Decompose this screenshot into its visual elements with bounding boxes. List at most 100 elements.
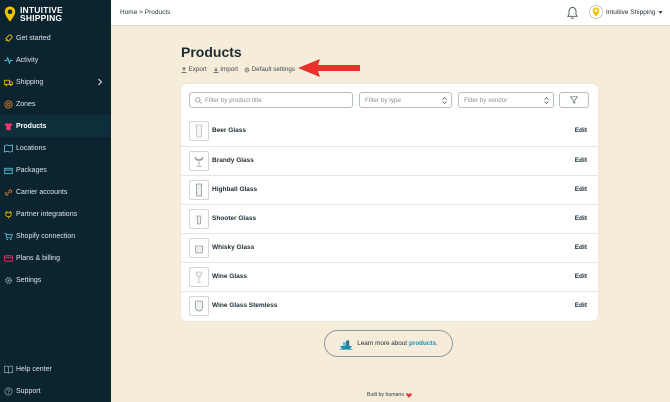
brand-line-2: SHIPPING [20, 13, 63, 23]
sidebar-item-label: Help center [16, 365, 52, 373]
table-row[interactable]: Highball Glass Edit [181, 175, 598, 204]
page-title: Products [181, 44, 242, 60]
gear-icon [4, 276, 13, 285]
activity-icon [4, 55, 13, 65]
sidebar-item-label: Plans & billing [16, 254, 60, 262]
breadcrumb[interactable]: Home > Products [120, 9, 170, 16]
sidebar-item-zones[interactable]: Zones [0, 93, 111, 115]
funnel-icon [570, 96, 578, 104]
product-thumbnail [189, 296, 209, 316]
import-label: Import [220, 66, 239, 73]
product-thumbnail [189, 267, 209, 287]
table-row[interactable]: Wine Glass Stemless Edit [181, 291, 598, 320]
sidebar-item-packages[interactable]: Packages [0, 159, 111, 181]
beer-glass-icon [195, 124, 203, 138]
user-menu[interactable]: Intuitive Shipping [589, 5, 663, 19]
map-icon [4, 143, 13, 153]
learn-more-button[interactable]: Learn more about products . [324, 330, 453, 357]
top-bar: Home > Products Intuitive Shipping [111, 0, 670, 26]
export-label: Export [188, 66, 207, 73]
edit-button[interactable]: Edit [575, 273, 587, 280]
product-name[interactable]: Highball Glass [212, 186, 257, 193]
user-name: Intuitive Shipping [606, 8, 656, 16]
products-link[interactable]: products [409, 340, 436, 347]
type-select[interactable]: Filter by type [359, 92, 452, 108]
import-button[interactable]: Import [213, 66, 238, 73]
sidebar-item-label: Activity [16, 56, 39, 64]
brand-logo[interactable]: INTUITIVE SHIPPING [4, 3, 63, 25]
shirt-icon [4, 122, 13, 131]
sidebar-item-label: Carrier accounts [16, 188, 68, 196]
sidebar-item-label: Locations [16, 144, 46, 152]
sidebar-item-activity[interactable]: Activity [0, 49, 111, 71]
bell-icon[interactable] [566, 6, 579, 20]
product-name[interactable]: Wine Glass Stemless [212, 302, 277, 309]
footer-text: Built by humans [367, 392, 404, 398]
caret-down-icon [657, 10, 663, 14]
type-placeholder: Filter by type [365, 96, 402, 104]
learn-more-suffix: . [435, 340, 438, 347]
product-name[interactable]: Brandy Glass [212, 157, 254, 164]
export-button[interactable]: Export [181, 66, 207, 73]
download-icon [213, 67, 219, 73]
link-icon [4, 188, 13, 197]
plug-icon [4, 210, 13, 219]
product-name[interactable]: Whisky Glass [212, 244, 254, 251]
product-thumbnail [189, 121, 209, 141]
product-thumbnail [189, 238, 209, 258]
location-pin-icon [592, 7, 600, 17]
sidebar-item-locations[interactable]: Locations [0, 137, 111, 159]
avatar [589, 5, 603, 19]
stemless-wine-glass-icon [194, 300, 204, 312]
sidebar-item-plans-billing[interactable]: Plans & billing [0, 247, 111, 269]
vendor-placeholder: Filter by vendor [464, 96, 508, 104]
sidebar-item-partner-integrations[interactable]: Partner integrations [0, 203, 111, 225]
product-thumbnail [189, 180, 209, 200]
edit-button[interactable]: Edit [575, 157, 587, 164]
sidebar-item-help-center[interactable]: Help center [0, 358, 111, 380]
table-row[interactable]: Wine Glass Edit [181, 262, 598, 291]
sidebar-item-label: Support [16, 387, 41, 395]
search-icon [195, 96, 202, 104]
edit-button[interactable]: Edit [575, 302, 587, 309]
highball-glass-icon [196, 183, 202, 197]
select-arrows-icon [442, 97, 447, 104]
search-input[interactable]: Filter by product title [189, 92, 353, 108]
sidebar-item-label: Partner integrations [16, 210, 78, 218]
heart-icon [406, 392, 412, 398]
rocket-icon [4, 33, 13, 43]
filter-button[interactable] [559, 92, 589, 108]
table-row[interactable]: Whisky Glass Edit [181, 233, 598, 262]
product-name[interactable]: Shooter Glass [212, 215, 256, 222]
page-actions: Export Import Default settings [181, 66, 301, 73]
vendor-select[interactable]: Filter by vendor [458, 92, 554, 108]
sidebar-nav: Get started Activity Shipping Zones Prod… [0, 27, 111, 291]
table-row[interactable]: Shooter Glass Edit [181, 204, 598, 233]
whisky-glass-icon [195, 245, 203, 254]
sidebar-item-carrier-accounts[interactable]: Carrier accounts [0, 181, 111, 203]
edit-button[interactable]: Edit [575, 244, 587, 251]
edit-button[interactable]: Edit [575, 127, 587, 134]
edit-button[interactable]: Edit [575, 186, 587, 193]
sidebar-item-products[interactable]: Products [0, 115, 111, 137]
default-settings-button[interactable]: Default settings [244, 66, 295, 73]
sidebar-item-get-started[interactable]: Get started [0, 27, 111, 49]
sidebar-item-shopify-connection[interactable]: Shopify connection [0, 225, 111, 247]
sidebar-item-support[interactable]: Support [0, 380, 111, 402]
edit-button[interactable]: Edit [575, 215, 587, 222]
sidebar-item-label: Shopify connection [16, 232, 76, 240]
sidebar-item-label: Zones [16, 100, 36, 108]
package-icon [4, 166, 13, 175]
shooter-glass-icon [196, 215, 202, 225]
table-row[interactable]: Beer Glass Edit [181, 117, 598, 146]
product-name[interactable]: Beer Glass [212, 127, 246, 134]
filter-bar: Filter by product title Filter by type F… [189, 92, 589, 108]
card-icon [4, 254, 13, 263]
footer: Built by humans [367, 392, 412, 398]
sidebar-item-shipping[interactable]: Shipping [0, 71, 111, 93]
annotation-arrow-icon [298, 59, 360, 77]
product-name[interactable]: Wine Glass [212, 273, 247, 280]
help-icon [4, 387, 13, 396]
sidebar-item-settings[interactable]: Settings [0, 269, 111, 291]
table-row[interactable]: Brandy Glass Edit [181, 146, 598, 175]
